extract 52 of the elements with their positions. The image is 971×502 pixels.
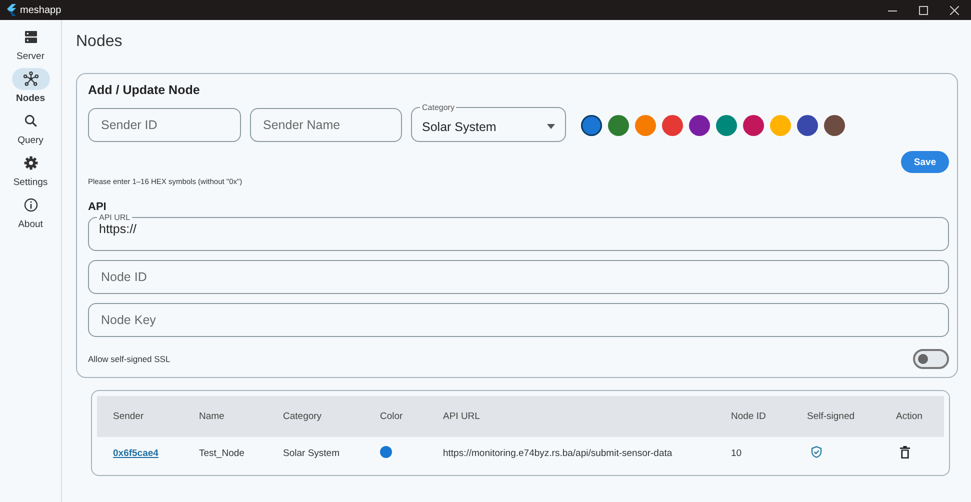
app-logo-icon xyxy=(6,4,16,16)
window-title: meshapp xyxy=(20,4,62,16)
sidebar-item[interactable]: About xyxy=(0,194,62,230)
node-key-field[interactable]: Node Key xyxy=(88,303,949,337)
color-swatch[interactable] xyxy=(662,114,683,136)
caret-icon xyxy=(547,124,555,129)
color-swatch[interactable] xyxy=(689,114,710,136)
maximize-icon[interactable] xyxy=(919,6,928,14)
section-heading: API xyxy=(88,201,108,213)
color-swatch[interactable] xyxy=(581,114,602,136)
column-header: Category xyxy=(283,411,323,422)
settings-icon xyxy=(22,155,38,171)
sender-link[interactable]: 0x6f5cae4 xyxy=(113,448,158,459)
column-header: Sender xyxy=(113,411,145,422)
page-title: Nodes xyxy=(76,33,124,51)
color-swatch[interactable] xyxy=(824,114,845,136)
column-header: API URL xyxy=(443,411,481,422)
table-cell-text: Test_Node xyxy=(199,448,246,459)
form-title: Add / Update Node xyxy=(88,83,201,97)
column-header: Color xyxy=(380,411,404,422)
server-icon xyxy=(22,29,38,45)
search-icon xyxy=(22,113,38,129)
table-cell-text: Solar System xyxy=(283,448,340,459)
info-icon xyxy=(22,197,38,213)
table-cell-text: https://monitoring.e74byz.rs.ba/api/submit-sensor-data xyxy=(443,448,674,459)
column-header: Node ID xyxy=(731,411,767,422)
close-icon[interactable] xyxy=(950,6,959,14)
sender-name-field[interactable]: Sender Name xyxy=(250,108,402,142)
api-url-field[interactable]: API URL https:// xyxy=(88,213,949,251)
color-swatch[interactable] xyxy=(608,114,629,136)
sender-id-field[interactable]: Sender ID xyxy=(88,108,241,142)
column-header: Name xyxy=(199,411,226,422)
url-input[interactable]: https:// xyxy=(99,222,938,236)
sidebar-item[interactable]: Settings xyxy=(0,152,62,188)
sidebar-item[interactable]: Server xyxy=(0,26,62,62)
sidebar-item[interactable]: Nodes xyxy=(0,68,62,104)
color-swatch[interactable] xyxy=(797,114,818,136)
network-icon xyxy=(22,71,38,87)
color-swatch[interactable] xyxy=(770,114,791,136)
save-button[interactable]: Save xyxy=(901,151,949,173)
setting-label: Allow self-signed SSL xyxy=(88,354,170,364)
color-swatch[interactable] xyxy=(743,114,764,136)
column-header: Self-signed xyxy=(807,411,856,422)
color-swatch[interactable] xyxy=(716,114,737,136)
toggle-switch[interactable] xyxy=(913,349,949,369)
delete-icon[interactable] xyxy=(900,446,910,458)
color-swatch[interactable] xyxy=(635,114,656,136)
node-id-field[interactable]: Node ID xyxy=(88,260,949,294)
column-header: Action xyxy=(896,411,924,422)
category-dropdown[interactable]: Category Solar System xyxy=(411,103,566,142)
table-cell-text: 10 xyxy=(731,448,743,459)
sidebar-item[interactable]: Query xyxy=(0,110,62,146)
